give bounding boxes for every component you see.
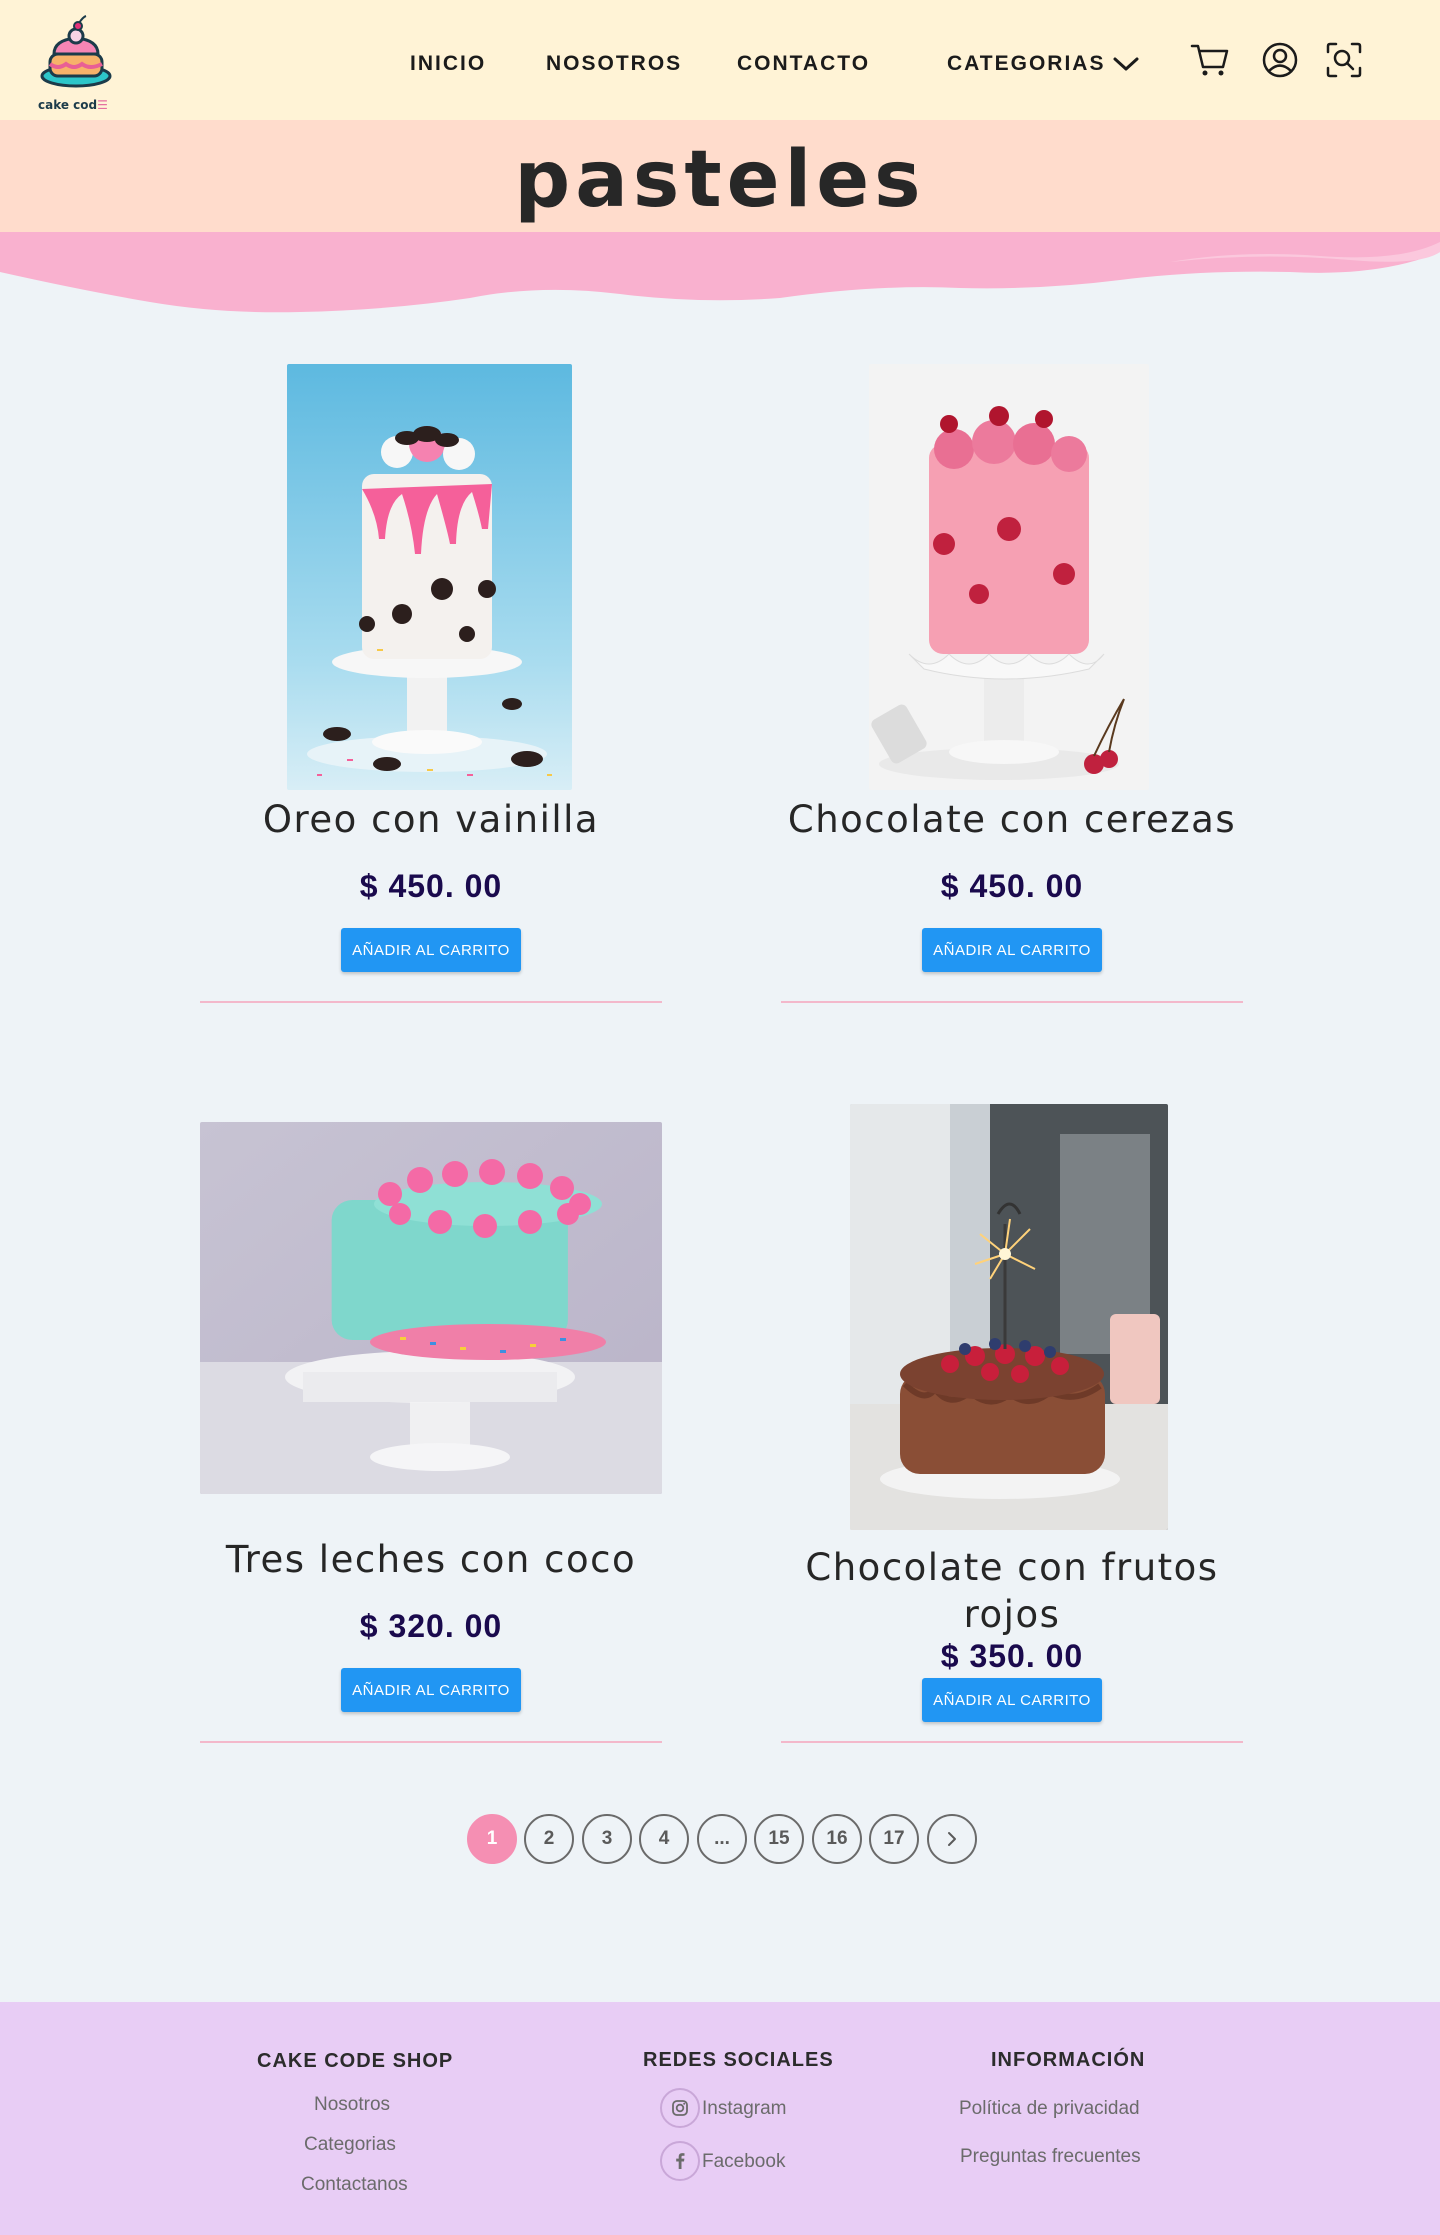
site-header: cake cod☰ INICIO NOSOTROS CONTACTO CATEG…: [0, 0, 1440, 120]
product-image-tres-leches-cake[interactable]: [200, 1122, 662, 1494]
product-price: $ 450. 00: [940, 868, 1084, 904]
add-to-cart-button[interactable]: AÑADIR AL CARRITO: [341, 1668, 521, 1712]
next-page-button[interactable]: [927, 1814, 977, 1864]
page-button-1[interactable]: 1: [467, 1814, 517, 1864]
facebook-icon: [676, 2153, 685, 2169]
footer-social-title: REDES SOCIALES: [643, 2049, 834, 2071]
add-to-cart-button[interactable]: AÑADIR AL CARRITO: [922, 1678, 1102, 1722]
product-image-oreo-cake[interactable]: [287, 364, 572, 790]
product-price: $ 350. 00: [940, 1638, 1084, 1674]
page-title: pasteles: [514, 135, 926, 225]
page-ellipsis[interactable]: ...: [697, 1814, 747, 1864]
add-to-cart-button[interactable]: AÑADIR AL CARRITO: [341, 928, 521, 972]
product-card: Oreo con vainilla $ 450. 00 AÑADIR AL CA…: [200, 364, 662, 1004]
footer-link-categorias[interactable]: Categorias: [304, 2134, 396, 2156]
product-price: $ 320. 00: [359, 1608, 503, 1644]
instagram-button[interactable]: [660, 2088, 700, 2128]
footer-link-nosotros[interactable]: Nosotros: [314, 2094, 390, 2116]
product-name[interactable]: Chocolate con frutos rojos: [781, 1544, 1243, 1638]
page-button-17[interactable]: 17: [869, 1814, 919, 1864]
cake-code-logo[interactable]: cake cod☰: [36, 14, 116, 114]
nav-nosotros[interactable]: NOSOTROS: [546, 52, 682, 76]
chevron-down-icon[interactable]: [1112, 52, 1140, 76]
product-name[interactable]: Oreo con vainilla: [200, 796, 662, 843]
card-divider: [781, 1741, 1243, 1743]
card-divider: [200, 1741, 662, 1743]
footer-link-privacidad[interactable]: Política de privacidad: [959, 2098, 1140, 2120]
product-image-cherry-cake[interactable]: [869, 364, 1149, 790]
footer-shop-title: CAKE CODE SHOP: [257, 2050, 454, 2072]
product-card: Tres leches con coco $ 320. 00 AÑADIR AL…: [200, 1104, 662, 1744]
product-image-berry-cake[interactable]: [850, 1104, 1168, 1530]
instagram-icon: [672, 2100, 688, 2116]
site-footer: CAKE CODE SHOP Nosotros Categorias Conta…: [0, 2002, 1440, 2235]
card-divider: [781, 1001, 1243, 1003]
add-to-cart-button[interactable]: AÑADIR AL CARRITO: [922, 928, 1102, 972]
footer-link-contactanos[interactable]: Contactanos: [301, 2174, 408, 2196]
user-icon[interactable]: [1260, 40, 1300, 80]
nav-inicio[interactable]: INICIO: [410, 52, 486, 76]
product-name[interactable]: Tres leches con coco: [200, 1536, 662, 1583]
product-card: Chocolate con cerezas $ 450. 00 AÑADIR A…: [781, 364, 1243, 1004]
page-button-16[interactable]: 16: [812, 1814, 862, 1864]
footer-link-instagram[interactable]: Instagram: [702, 2098, 786, 2120]
product-name[interactable]: Chocolate con cerezas: [781, 796, 1243, 843]
cake-logo-icon: [40, 15, 112, 88]
logo-wordmark: cake cod☰: [38, 98, 108, 112]
drip-wave-divider: [0, 232, 1440, 313]
page-button-3[interactable]: 3: [582, 1814, 632, 1864]
scan-search-icon[interactable]: [1324, 40, 1364, 80]
footer-link-facebook[interactable]: Facebook: [702, 2151, 785, 2173]
nav-contacto[interactable]: CONTACTO: [737, 52, 870, 76]
footer-info-title: INFORMACIÓN: [991, 2049, 1146, 2071]
card-divider: [200, 1001, 662, 1003]
page-button-4[interactable]: 4: [639, 1814, 689, 1864]
cart-icon[interactable]: [1190, 40, 1230, 80]
facebook-button[interactable]: [660, 2141, 700, 2181]
nav-categorias[interactable]: CATEGORIAS: [947, 52, 1105, 76]
chevron-right-icon: [948, 1832, 956, 1846]
page-button-15[interactable]: 15: [754, 1814, 804, 1864]
page-button-2[interactable]: 2: [524, 1814, 574, 1864]
product-card: Chocolate con frutos rojos $ 350. 00 AÑA…: [781, 1104, 1243, 1744]
footer-link-faq[interactable]: Preguntas frecuentes: [960, 2146, 1141, 2168]
product-price: $ 450. 00: [359, 868, 503, 904]
